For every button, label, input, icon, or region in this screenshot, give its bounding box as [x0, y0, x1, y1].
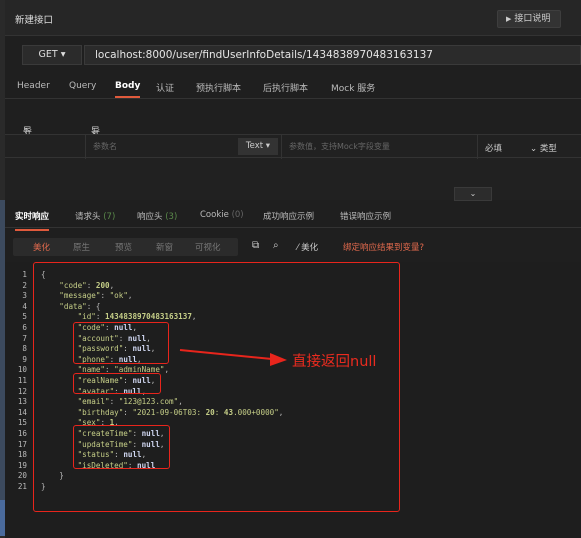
annotation-text: 直接返回null [292, 354, 377, 370]
annotation-arrow-icon [179, 349, 287, 366]
